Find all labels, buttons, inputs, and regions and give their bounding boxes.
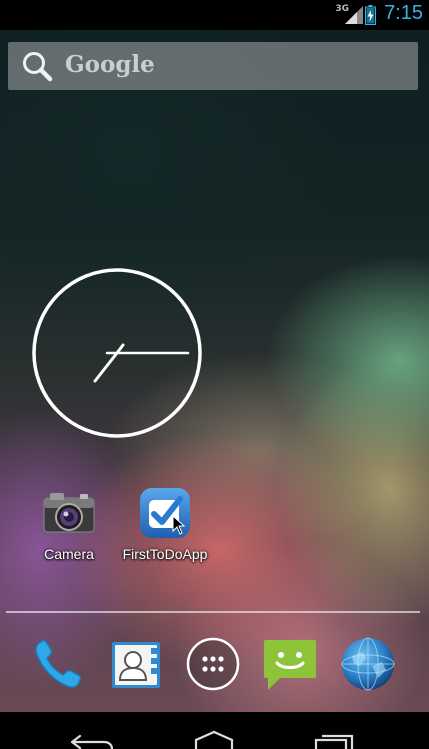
status-bar[interactable]: 3G 7:15 <box>0 0 429 30</box>
mouse-cursor-icon <box>172 515 186 535</box>
battery-charging-icon <box>365 5 376 25</box>
recent-apps-icon[interactable] <box>310 730 358 749</box>
camera-app-label: Camera <box>44 546 94 562</box>
signal-icon <box>345 6 363 24</box>
home-screen: 3G 7:15 Google Camera FirstToDoApp <box>0 0 429 749</box>
messaging-icon[interactable] <box>262 636 318 692</box>
firsttodoapp-label: FirstToDoApp <box>122 546 208 562</box>
search-placeholder: Google <box>65 51 155 78</box>
search-icon <box>23 52 53 82</box>
status-time: 7:15 <box>384 2 423 24</box>
phone-icon[interactable] <box>30 636 86 692</box>
globe-icon[interactable] <box>340 636 396 692</box>
camera-app-shortcut[interactable]: Camera <box>14 484 124 562</box>
contacts-icon[interactable] <box>108 636 164 692</box>
home-icon[interactable] <box>190 730 238 749</box>
app-drawer-icon[interactable] <box>185 636 241 692</box>
dock-divider <box>6 611 420 613</box>
clock-hour-hand <box>93 351 119 383</box>
back-icon[interactable] <box>68 730 116 749</box>
camera-icon <box>43 493 95 533</box>
navigation-bar <box>0 712 429 749</box>
firsttodoapp-shortcut[interactable]: FirstToDoApp <box>110 484 220 562</box>
analog-clock-widget[interactable] <box>31 267 203 439</box>
google-search-bar[interactable]: Google <box>8 42 418 90</box>
